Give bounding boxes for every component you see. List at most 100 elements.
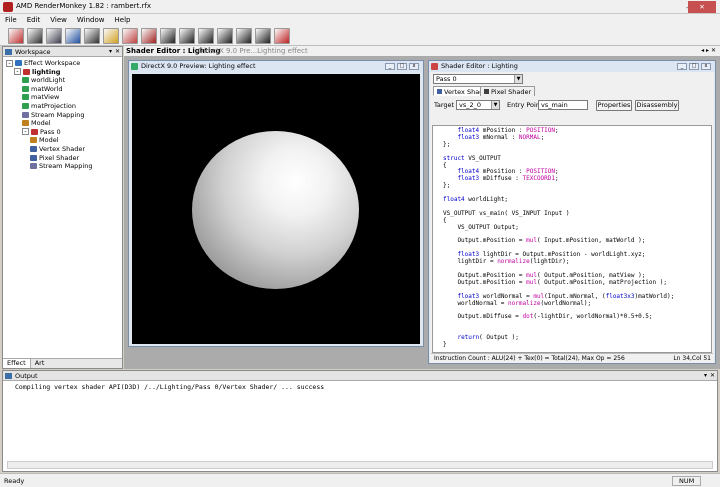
node-icon (30, 154, 37, 161)
shader-editor-titlebar: Shader Editor : Lighting _ □ x (429, 61, 715, 72)
disassembly-button[interactable]: Disassembly (635, 100, 679, 111)
tab-directx-preview[interactable]: DirectX 9.0 Pre...Lighting effect (198, 47, 308, 55)
output-icon (5, 373, 12, 379)
pixel-shader-icon (484, 89, 489, 94)
tree-item-label: lighting (32, 67, 61, 76)
menu-file[interactable]: File (0, 16, 22, 24)
instruction-count: Instruction Count : ALU(24) + Tex(0) = T… (434, 355, 625, 362)
code-line: float3 mNormal : NORMAL; (457, 133, 545, 141)
shader-editor-window: Shader Editor : Lighting _ □ x Pass 0 ▼ … (428, 60, 716, 364)
node-icon (22, 120, 29, 127)
effect-icon[interactable] (8, 28, 24, 44)
preview-close-button[interactable]: x (409, 63, 419, 70)
preview-window-controls: _ □ x (385, 63, 419, 70)
code-line: } (443, 340, 447, 348)
code-line: worldNormal = normalize(worldNormal); (443, 299, 592, 307)
tree-item-label: Model (39, 136, 59, 145)
shader-status-bar: Instruction Count : ALU(24) + Tex(0) = T… (431, 353, 713, 362)
expand-toggle-icon[interactable]: - (22, 128, 29, 136)
window-controls: – □ ✕ (678, 1, 718, 13)
preview-minimize-button[interactable]: _ (385, 63, 395, 70)
color-swatch-icon[interactable] (122, 28, 138, 44)
shader-close-button[interactable]: x (701, 63, 711, 70)
shader-maximize-button[interactable]: □ (689, 63, 699, 70)
title-bar: AMD RenderMonkey 1.82 : rambert.rfx – □ … (0, 0, 720, 14)
pin-icon[interactable]: ▾ (109, 47, 112, 57)
close-button[interactable]: ✕ (688, 1, 716, 13)
code-line: float4 worldLight; (443, 196, 509, 203)
shader-minimize-button[interactable]: _ (677, 63, 687, 70)
film-icon[interactable] (198, 28, 214, 44)
entry-point-input[interactable]: vs_main (538, 100, 588, 110)
tab-art[interactable]: Art (31, 359, 49, 368)
tree-item-label: Effect Workspace (24, 59, 81, 67)
tree-item-label: Stream Mapping (31, 110, 85, 119)
camera-icon[interactable] (141, 28, 157, 44)
lit-sphere (192, 131, 359, 289)
tree-item-label: Stream Mapping (39, 162, 93, 171)
tab-controls[interactable]: ◂ ▸ ✕ (701, 47, 716, 54)
status-text: Ready (4, 477, 25, 485)
close-icon[interactable]: ✕ (115, 47, 120, 57)
editor-tab-bar: Shader Editor : Lighting DirectX 9.0 Pre… (124, 46, 720, 57)
target-label: Target (434, 101, 455, 109)
directx-icon (131, 63, 138, 70)
node-icon (30, 137, 37, 144)
pin-icon[interactable]: ▾ (704, 371, 707, 381)
teapot-icon[interactable] (65, 28, 81, 44)
node-icon (22, 77, 29, 84)
edit-icon[interactable] (27, 28, 43, 44)
monkey-icon[interactable] (84, 28, 100, 44)
pass-select[interactable]: Pass 0 ▼ (433, 74, 523, 84)
code-line: float3 mDiffuse : TEXCOORD1; (457, 175, 559, 183)
film-icon[interactable] (217, 28, 233, 44)
workspace-icon (5, 49, 12, 55)
menu-window[interactable]: Window (72, 16, 110, 24)
shader-editor-title: Shader Editor : Lighting (441, 62, 518, 70)
close-icon[interactable]: ✕ (710, 371, 715, 381)
menu-help[interactable]: Help (110, 16, 136, 24)
properties-button[interactable]: Properties (596, 100, 632, 111)
node-icon (23, 68, 30, 75)
stop-icon[interactable] (274, 28, 290, 44)
workspace-tabs: Effect Art (3, 358, 122, 368)
brush-icon[interactable] (103, 28, 119, 44)
cursor-position: Ln 34,Col 51 (673, 355, 711, 362)
code-line: Output.mDiffuse = dot(-lightDir, worldNo… (443, 313, 653, 321)
code-line: }; (443, 182, 451, 190)
code-line: return( Output ); (457, 334, 519, 341)
film-icon[interactable] (255, 28, 271, 44)
horizontal-scrollbar[interactable] (7, 461, 713, 469)
preview-title: DirectX 9.0 Preview: Lighting effect (141, 62, 256, 70)
render-viewport[interactable] (132, 74, 420, 344)
chevron-down-icon: ▼ (514, 75, 522, 83)
film-icon[interactable] (179, 28, 195, 44)
expand-toggle-icon[interactable]: - (14, 68, 21, 76)
shader-icon (431, 63, 438, 70)
preview-maximize-button[interactable]: □ (397, 63, 407, 70)
tab-pixel-shader[interactable]: Pixel Shader (480, 86, 536, 96)
workspace-panel: Workspace ▾ ✕ - Effect Workspace - lighting… (2, 46, 123, 369)
workspace-header: Workspace ▾ ✕ (3, 47, 122, 57)
film-icon[interactable] (236, 28, 252, 44)
code-editor[interactable]: float4 mPosition : POSITION; float3 mNor… (432, 125, 712, 353)
code-line: lightDir = normalize(lightDir); (443, 258, 570, 266)
menu-edit[interactable]: Edit (22, 16, 46, 24)
image-icon[interactable] (46, 28, 62, 44)
tree-item[interactable]: Stream Mapping (30, 162, 92, 171)
code-line: }; (443, 140, 451, 148)
film-icon[interactable] (160, 28, 176, 44)
expand-toggle-icon[interactable]: - (6, 59, 13, 67)
node-icon (31, 128, 38, 135)
status-bar: Ready NUM (0, 473, 720, 487)
tree-item-label: Pixel Shader (39, 153, 80, 162)
num-lock-indicator: NUM (672, 476, 702, 486)
target-select[interactable]: vs_2_0 ▼ (456, 100, 500, 110)
tab-effect[interactable]: Effect (3, 359, 31, 368)
menu-bar: File Edit View Window Help (0, 14, 720, 26)
menu-view[interactable]: View (45, 16, 72, 24)
output-panel: Output ▾ ✕ Compiling vertex shader API(D… (2, 370, 718, 472)
node-icon (22, 94, 29, 101)
tree-item-label: matWorld (31, 84, 63, 93)
workspace-title: Workspace (15, 48, 51, 56)
